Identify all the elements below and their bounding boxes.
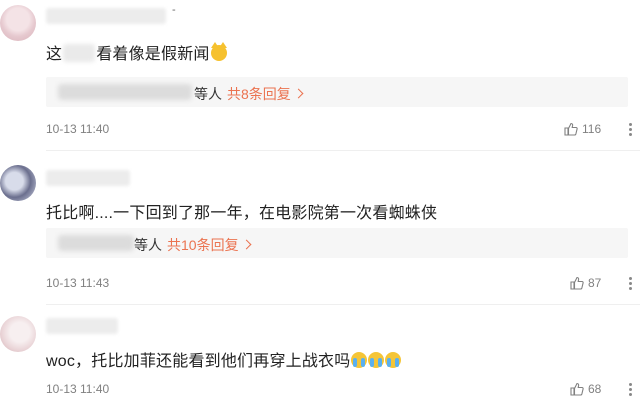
crying-face-icon [351,352,368,368]
reply-summary[interactable]: 等人 共10条回复 [46,228,628,258]
thumbs-up-icon [570,382,584,396]
like-button[interactable]: 87 [570,276,601,290]
avatar[interactable] [0,5,36,41]
chevron-right-icon [293,88,304,99]
more-options-icon[interactable] [620,380,640,400]
chevron-right-icon [241,239,252,250]
avatar[interactable] [0,165,36,201]
thumbs-up-icon [564,122,578,136]
reply-suffix: 等人 [194,86,222,102]
comment-text-end: 看着像是假新闻 [96,46,210,63]
timestamp: 10-13 11:40 [46,382,110,396]
avatar[interactable] [0,316,36,352]
comment-text-body: woc，托比加菲还能看到他们再穿上战衣吗 [46,353,351,370]
crying-face-icon [385,352,402,368]
reply-users-blurred [58,84,192,100]
divider [46,304,640,305]
reply-users-blurred [58,235,134,251]
timestamp: 10-13 11:43 [46,276,110,290]
like-count: 116 [582,122,602,136]
thumbs-up-icon [570,276,584,290]
comment-text: woc，托比加菲还能看到他们再穿上战衣吗 [46,347,402,371]
redacted-word [63,44,96,62]
username-blurred[interactable] [46,8,166,24]
like-count: 87 [588,276,602,290]
reply-summary[interactable]: 等人 共8条回复 [46,77,628,107]
username-blurred[interactable] [46,318,118,334]
reply-count-label: 共8条回复 [227,86,291,102]
comment-text: 这 看着像是假新闻 [46,40,227,64]
crying-face-icon [368,352,385,368]
reply-count-link[interactable]: 共10条回复 [167,235,252,255]
more-options-icon[interactable] [620,120,640,140]
comment-text-start: 这 [46,46,63,63]
grinning-cat-icon [210,42,227,61]
reply-count-label: 共10条回复 [167,237,239,253]
like-button[interactable]: 116 [564,122,601,136]
reply-suffix: 等人 [134,237,162,253]
reply-count-link[interactable]: 共8条回复 [227,84,304,104]
username-suffix: - [172,4,176,16]
like-button[interactable]: 68 [570,382,601,396]
timestamp: 10-13 11:40 [46,122,110,136]
more-options-icon[interactable] [620,274,640,294]
username-blurred[interactable] [46,170,130,186]
like-count: 68 [588,382,602,396]
comment-text: 托比啊....一下回到了那一年，在电影院第一次看蜘蛛侠 [46,205,438,222]
divider [46,150,640,151]
